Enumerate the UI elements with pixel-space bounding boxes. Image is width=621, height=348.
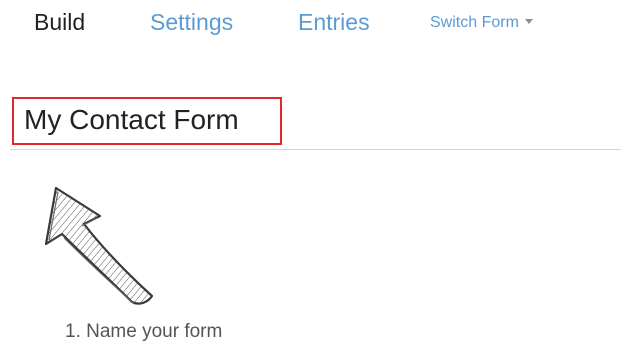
tab-entries[interactable]: Entries: [298, 8, 370, 36]
hand-drawn-arrow-icon: [44, 186, 154, 305]
form-title-field[interactable]: My Contact Form: [12, 97, 282, 145]
tab-build[interactable]: Build: [34, 8, 85, 36]
form-title: My Contact Form: [24, 104, 239, 135]
switch-form-label: Switch Form: [430, 14, 519, 31]
caret-down-icon: [524, 19, 533, 24]
switch-form-dropdown[interactable]: Switch Form: [430, 12, 533, 34]
hint-text: 1. Name your form: [65, 321, 223, 342]
form-builder-page: Build Settings Entries Switch Form My Co…: [0, 0, 621, 348]
divider: [10, 149, 621, 150]
tab-settings[interactable]: Settings: [150, 8, 233, 36]
